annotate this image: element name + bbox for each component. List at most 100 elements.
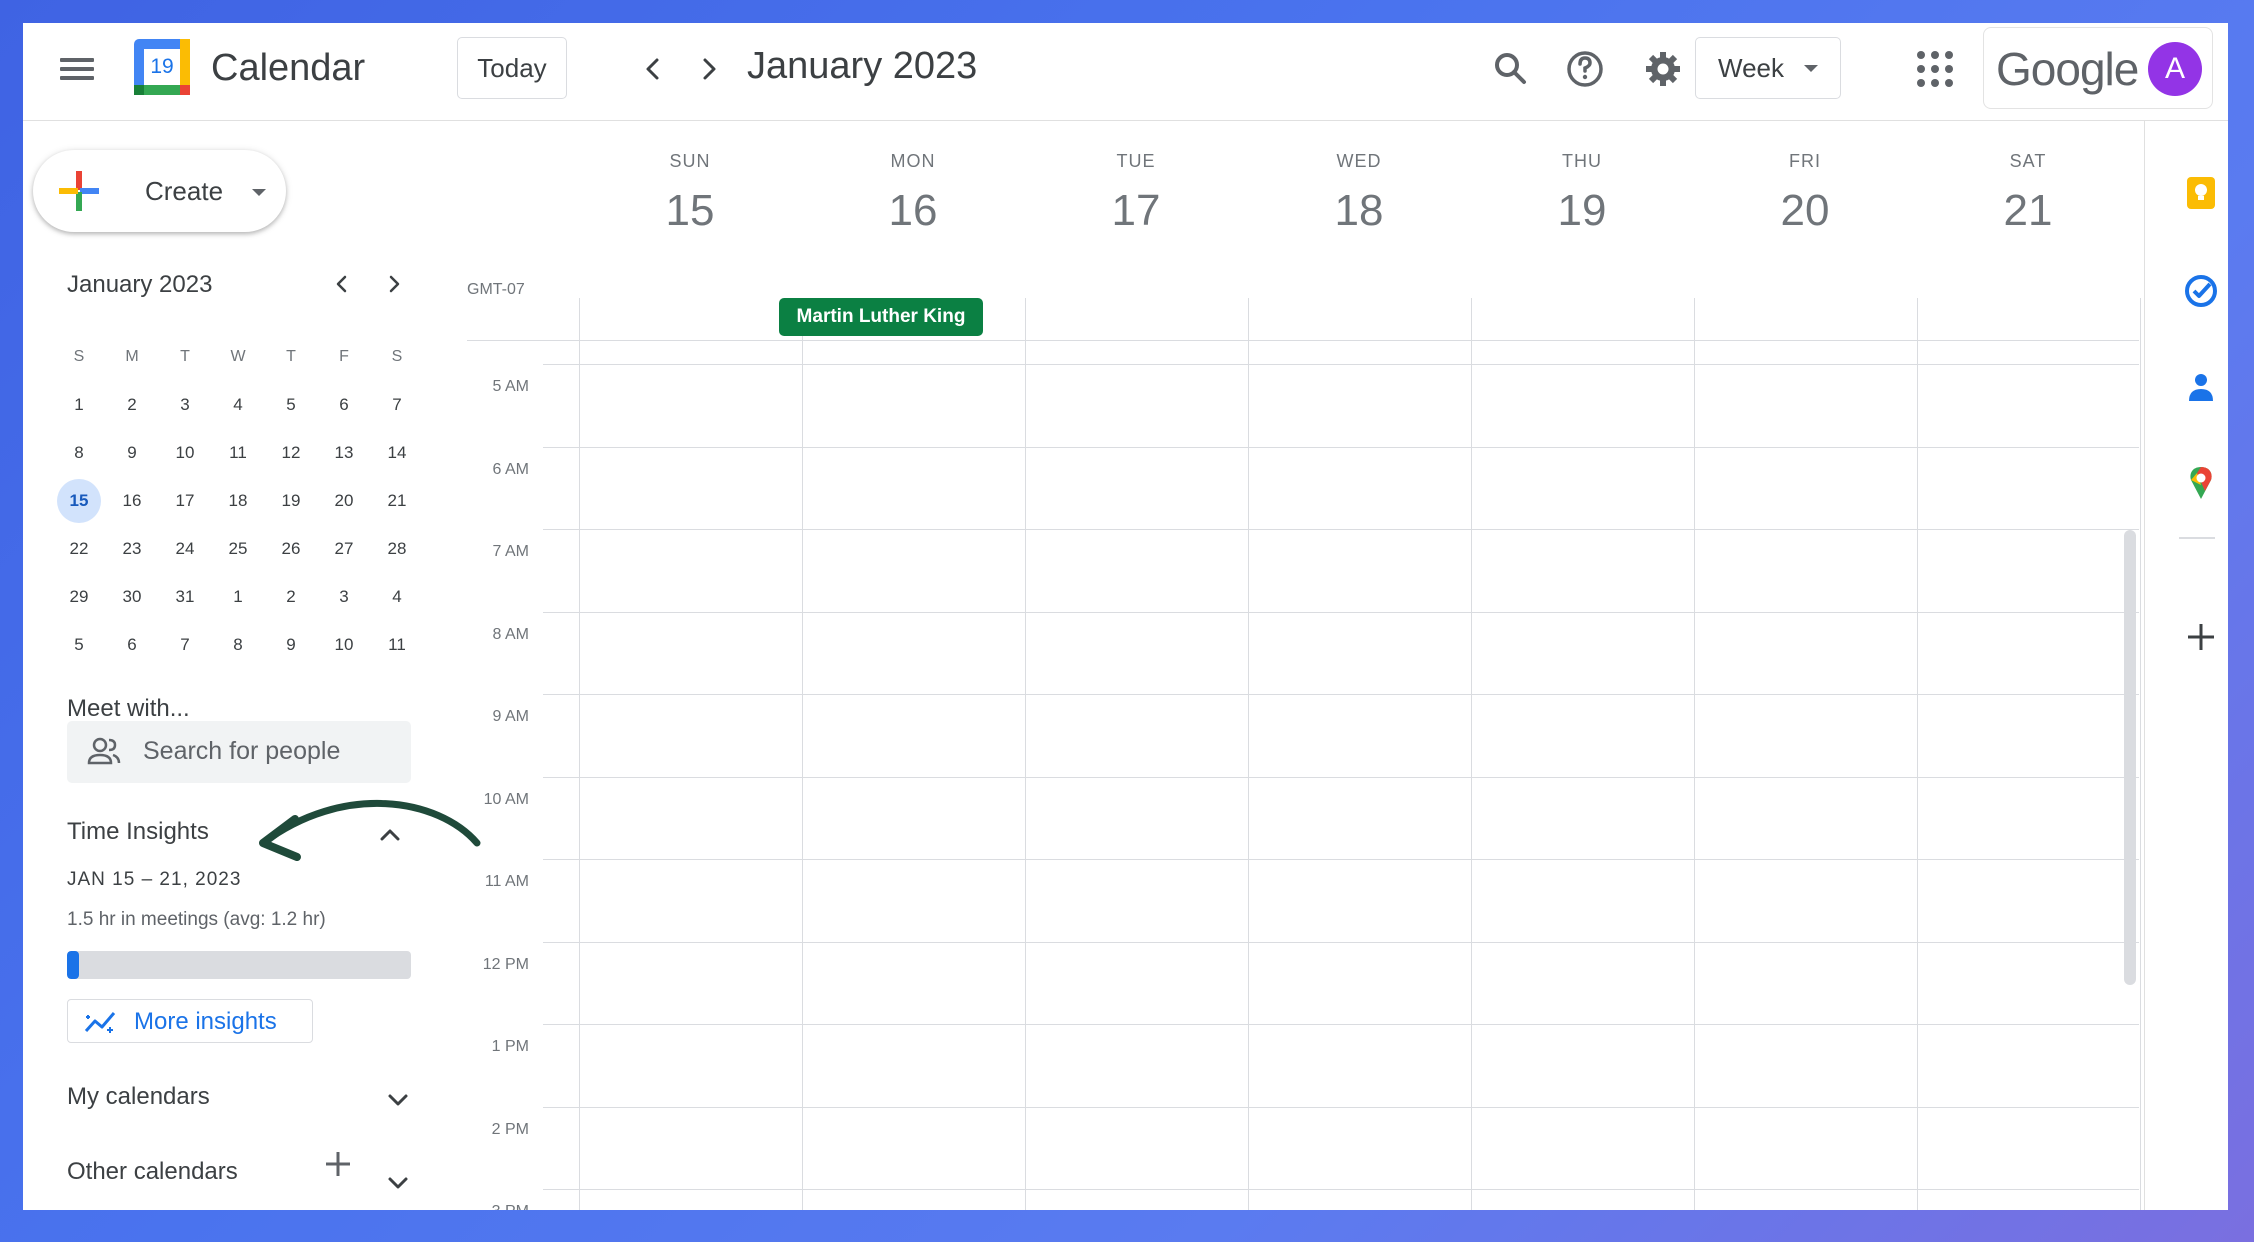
mini-calendar-day[interactable]: 29 <box>57 575 101 619</box>
hour-label: 9 AM <box>492 708 529 725</box>
mini-calendar-day[interactable]: 10 <box>322 623 366 667</box>
day-name: THU <box>1562 151 1602 171</box>
day-number[interactable]: 21 <box>1917 186 2139 236</box>
day-header[interactable]: WED 18 <box>1248 151 1470 236</box>
mini-calendar-day[interactable]: 22 <box>57 527 101 571</box>
top-bar: 19 Calendar Today January 2023 Week Goog… <box>23 23 2228 121</box>
mini-calendar-day[interactable]: 19 <box>269 479 313 523</box>
mini-calendar-day[interactable]: 7 <box>163 623 207 667</box>
mini-calendar-day[interactable]: 3 <box>163 383 207 427</box>
mini-calendar-day[interactable]: 2 <box>269 575 313 619</box>
mini-calendar-day[interactable]: 10 <box>163 431 207 475</box>
mini-calendar-day[interactable]: 24 <box>163 527 207 571</box>
day-header[interactable]: SAT 21 <box>1917 151 2139 236</box>
mini-calendar-day[interactable]: 25 <box>216 527 260 571</box>
hour-line <box>543 942 2139 943</box>
mini-calendar-day[interactable]: 17 <box>163 479 207 523</box>
calendar-logo-icon[interactable]: 19 <box>134 39 190 95</box>
day-number[interactable]: 19 <box>1471 186 1693 236</box>
mini-calendar-weekday: T <box>286 348 296 365</box>
mini-calendar-day[interactable]: 16 <box>110 479 154 523</box>
mini-next-month-icon[interactable] <box>379 269 409 299</box>
mini-calendar-weekday: S <box>73 348 85 365</box>
mini-calendar-day[interactable]: 2 <box>110 383 154 427</box>
chevron-down-icon[interactable] <box>381 1166 415 1200</box>
add-calendar-icon[interactable] <box>321 1147 355 1181</box>
my-calendars-label[interactable]: My calendars <box>67 1083 210 1111</box>
mini-calendar-day[interactable]: 1 <box>57 383 101 427</box>
mini-calendar-day[interactable]: 27 <box>322 527 366 571</box>
today-button[interactable]: Today <box>457 37 567 99</box>
more-insights-button[interactable]: More insights <box>67 999 313 1043</box>
contacts-icon[interactable] <box>2183 369 2219 405</box>
mini-calendar-day[interactable]: 9 <box>269 623 313 667</box>
search-icon[interactable] <box>1487 45 1535 93</box>
day-number[interactable]: 16 <box>802 186 1024 236</box>
day-header[interactable]: TUE 17 <box>1025 151 1247 236</box>
avatar[interactable]: A <box>2148 42 2202 96</box>
hour-label: 3 PM <box>459 1203 529 1210</box>
mini-calendar-day[interactable]: 8 <box>216 623 260 667</box>
day-name: WED <box>1336 151 1382 171</box>
mini-calendar-day[interactable]: 26 <box>269 527 313 571</box>
dropdown-caret-icon <box>1804 65 1818 72</box>
previous-week-icon[interactable] <box>633 49 673 89</box>
create-button[interactable]: Create <box>33 150 286 232</box>
mini-calendar-day[interactable]: 31 <box>163 575 207 619</box>
vertical-scrollbar[interactable] <box>2124 530 2136 985</box>
mini-calendar-day[interactable]: 30 <box>110 575 154 619</box>
mini-calendar-day[interactable]: 28 <box>375 527 419 571</box>
mini-prev-month-icon[interactable] <box>327 269 357 299</box>
mini-calendar-day[interactable]: 13 <box>322 431 366 475</box>
day-name: SAT <box>2009 151 2047 171</box>
add-icon[interactable] <box>2183 619 2219 655</box>
keep-icon[interactable] <box>2183 175 2219 211</box>
day-header[interactable]: MON 16 <box>802 151 1024 236</box>
mini-calendar-day[interactable]: 7 <box>375 383 419 427</box>
day-number[interactable]: 15 <box>579 186 801 236</box>
mini-calendar-day[interactable]: 6 <box>110 623 154 667</box>
next-week-icon[interactable] <box>689 49 729 89</box>
mini-calendar-day[interactable]: 14 <box>375 431 419 475</box>
mini-calendar-day[interactable]: 23 <box>110 527 154 571</box>
mini-calendar-day[interactable]: 4 <box>216 383 260 427</box>
event-martin-luther-king[interactable]: Martin Luther King <box>779 298 983 336</box>
tasks-icon[interactable] <box>2183 273 2219 309</box>
day-header[interactable]: FRI 20 <box>1694 151 1916 236</box>
mini-calendar-day[interactable]: 6 <box>322 383 366 427</box>
mini-calendar-day[interactable]: 15 <box>57 479 101 523</box>
chevron-down-icon[interactable] <box>381 1083 415 1117</box>
day-number[interactable]: 17 <box>1025 186 1247 236</box>
menu-icon[interactable] <box>57 53 97 93</box>
day-number[interactable]: 18 <box>1248 186 1470 236</box>
mini-calendar-day[interactable]: 4 <box>375 575 419 619</box>
mini-calendar-day[interactable]: 11 <box>216 431 260 475</box>
day-header[interactable]: SUN 15 <box>579 151 801 236</box>
mini-calendar-day[interactable]: 1 <box>216 575 260 619</box>
time-insights-title[interactable]: Time Insights <box>67 818 209 846</box>
mini-calendar-day[interactable]: 11 <box>375 623 419 667</box>
mini-calendar-day[interactable]: 3 <box>322 575 366 619</box>
mini-calendar-day[interactable]: 12 <box>269 431 313 475</box>
mini-calendar-day[interactable]: 8 <box>57 431 101 475</box>
hour-line <box>543 364 2139 365</box>
hour-line <box>543 777 2139 778</box>
settings-icon[interactable] <box>1639 45 1687 93</box>
time-insights-range: JAN 15 – 21, 2023 <box>67 869 242 890</box>
mini-calendar-day[interactable]: 21 <box>375 479 419 523</box>
day-number[interactable]: 20 <box>1694 186 1916 236</box>
mini-calendar-weekday: F <box>339 348 349 365</box>
day-header[interactable]: THU 19 <box>1471 151 1693 236</box>
app-title[interactable]: Calendar <box>211 47 365 90</box>
mini-calendar-day[interactable]: 9 <box>110 431 154 475</box>
mini-calendar-day[interactable]: 18 <box>216 479 260 523</box>
view-selector[interactable]: Week <box>1695 37 1841 99</box>
other-calendars-label[interactable]: Other calendars <box>67 1158 238 1186</box>
help-icon[interactable] <box>1561 45 1609 93</box>
maps-icon[interactable] <box>2183 465 2219 501</box>
apps-grid-icon[interactable] <box>1913 47 1957 91</box>
mini-calendar-day[interactable]: 20 <box>322 479 366 523</box>
mini-calendar-day[interactable]: 5 <box>57 623 101 667</box>
mini-calendar-day[interactable]: 5 <box>269 383 313 427</box>
account-area[interactable]: Google A <box>1983 27 2213 109</box>
